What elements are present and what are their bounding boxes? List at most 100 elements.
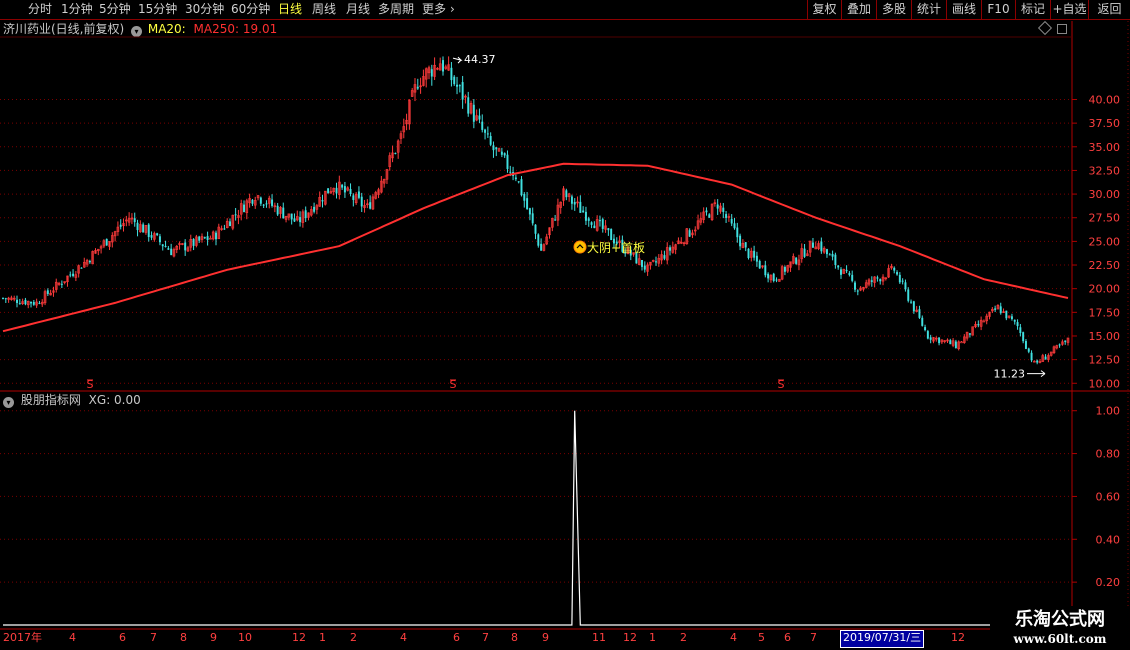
candle-body bbox=[161, 244, 164, 247]
kline-chart-area[interactable]: 40.00 37.50 35.00 32.50 30.00 27.50 25.00 22.50… bbox=[0, 0, 1130, 650]
indicator-tick-label: 0.40 bbox=[1096, 533, 1121, 546]
date-label: 9 bbox=[210, 631, 217, 644]
candle-body bbox=[739, 235, 742, 247]
candle-body bbox=[641, 259, 643, 267]
candle-body bbox=[898, 274, 901, 283]
candle-body bbox=[565, 190, 568, 198]
candle-body bbox=[904, 282, 907, 290]
candle-body bbox=[582, 210, 585, 213]
candle-body bbox=[276, 205, 279, 215]
candle-body bbox=[870, 280, 873, 282]
candle-body bbox=[484, 129, 487, 133]
price-tick-label: 32.50 bbox=[1089, 164, 1121, 177]
date-label: 6 bbox=[119, 631, 126, 644]
date-label: 2017年 bbox=[3, 631, 42, 644]
date-label: 2 bbox=[350, 631, 357, 644]
candle-body bbox=[265, 203, 268, 205]
low-price-label: 11.23 bbox=[994, 368, 1026, 381]
candle-body bbox=[1064, 340, 1067, 342]
candle-body bbox=[893, 267, 896, 271]
candle-body bbox=[290, 213, 293, 220]
candle-body bbox=[119, 224, 122, 227]
xg-line bbox=[3, 410, 1068, 626]
price-tick-label: 20.00 bbox=[1089, 283, 1121, 296]
candle-body bbox=[795, 257, 798, 264]
candle-body bbox=[1019, 327, 1022, 333]
candle-body bbox=[472, 104, 475, 122]
candle-body bbox=[88, 260, 91, 263]
date-label: 6 bbox=[784, 631, 791, 644]
candle-body bbox=[840, 269, 842, 275]
candle-body bbox=[783, 267, 786, 272]
candle-body bbox=[514, 177, 517, 180]
indicator-tick-label: 1.00 bbox=[1096, 405, 1121, 418]
candle-body bbox=[170, 248, 173, 256]
candle-body bbox=[705, 210, 708, 213]
candle-body bbox=[150, 235, 153, 238]
candle-body bbox=[251, 199, 254, 204]
candle-body bbox=[489, 136, 492, 145]
candle-body bbox=[708, 214, 711, 218]
candle-body bbox=[1030, 352, 1033, 361]
candle-body bbox=[335, 187, 338, 194]
candle-body bbox=[994, 308, 997, 310]
candle-body bbox=[1027, 348, 1030, 352]
candle-body bbox=[655, 261, 657, 263]
cursor-date-label: 2019/07/31/三 bbox=[840, 630, 925, 648]
date-label: 12 bbox=[292, 631, 306, 644]
candle-body bbox=[229, 221, 231, 227]
candle-body bbox=[960, 341, 963, 344]
candle-body bbox=[458, 85, 461, 87]
site-logo: 乐淘公式网 www.60lt.com bbox=[990, 606, 1130, 650]
date-label: 4 bbox=[69, 631, 76, 644]
candle-body bbox=[234, 214, 237, 216]
candle-body bbox=[820, 241, 823, 252]
candle-body bbox=[921, 317, 924, 326]
high-price-label: 44.37 bbox=[464, 53, 496, 66]
candle-body bbox=[598, 220, 601, 222]
candle-body bbox=[293, 218, 296, 222]
candle-body bbox=[16, 299, 18, 303]
candle-body bbox=[688, 230, 691, 237]
signal-label: 大阴+首板 bbox=[587, 241, 645, 255]
candle-body bbox=[1044, 356, 1047, 360]
candle-body bbox=[747, 248, 750, 258]
xg-indicator-series bbox=[3, 410, 1068, 626]
date-label: 4 bbox=[730, 631, 737, 644]
candle-body bbox=[1013, 319, 1016, 322]
candle-body bbox=[203, 237, 206, 239]
candle-body bbox=[416, 86, 419, 89]
candle-body bbox=[206, 236, 209, 241]
candle-body bbox=[968, 333, 971, 335]
candle-body bbox=[528, 208, 531, 215]
candle-body bbox=[198, 236, 201, 241]
candle-body bbox=[495, 147, 498, 150]
candle-body bbox=[32, 302, 35, 305]
candle-body bbox=[730, 218, 733, 224]
candle-body bbox=[369, 202, 372, 209]
date-label: 11 bbox=[592, 631, 606, 644]
candle-body bbox=[503, 153, 506, 156]
candle-body bbox=[954, 341, 957, 349]
date-label: 2 bbox=[680, 631, 687, 644]
date-label: 1 bbox=[649, 631, 656, 644]
price-tick-label: 35.00 bbox=[1089, 141, 1121, 154]
candle-body bbox=[663, 255, 666, 259]
candle-body bbox=[811, 242, 814, 248]
date-label: 7 bbox=[482, 631, 489, 644]
candle-body bbox=[394, 153, 397, 155]
candle-body bbox=[607, 228, 610, 231]
candle-body bbox=[313, 206, 316, 212]
signal-marker-icon bbox=[573, 240, 587, 254]
indicator-tick-label: 0.20 bbox=[1096, 576, 1121, 589]
candle-body bbox=[453, 76, 456, 85]
candle-body bbox=[486, 133, 489, 135]
candle-body bbox=[461, 82, 464, 100]
candle-body bbox=[584, 211, 587, 221]
date-label: 12 bbox=[951, 631, 965, 644]
candle-body bbox=[4, 298, 7, 300]
candle-body bbox=[531, 213, 534, 224]
candle-body bbox=[259, 197, 262, 204]
candle-body bbox=[1016, 322, 1019, 327]
date-label: 6 bbox=[453, 631, 460, 644]
